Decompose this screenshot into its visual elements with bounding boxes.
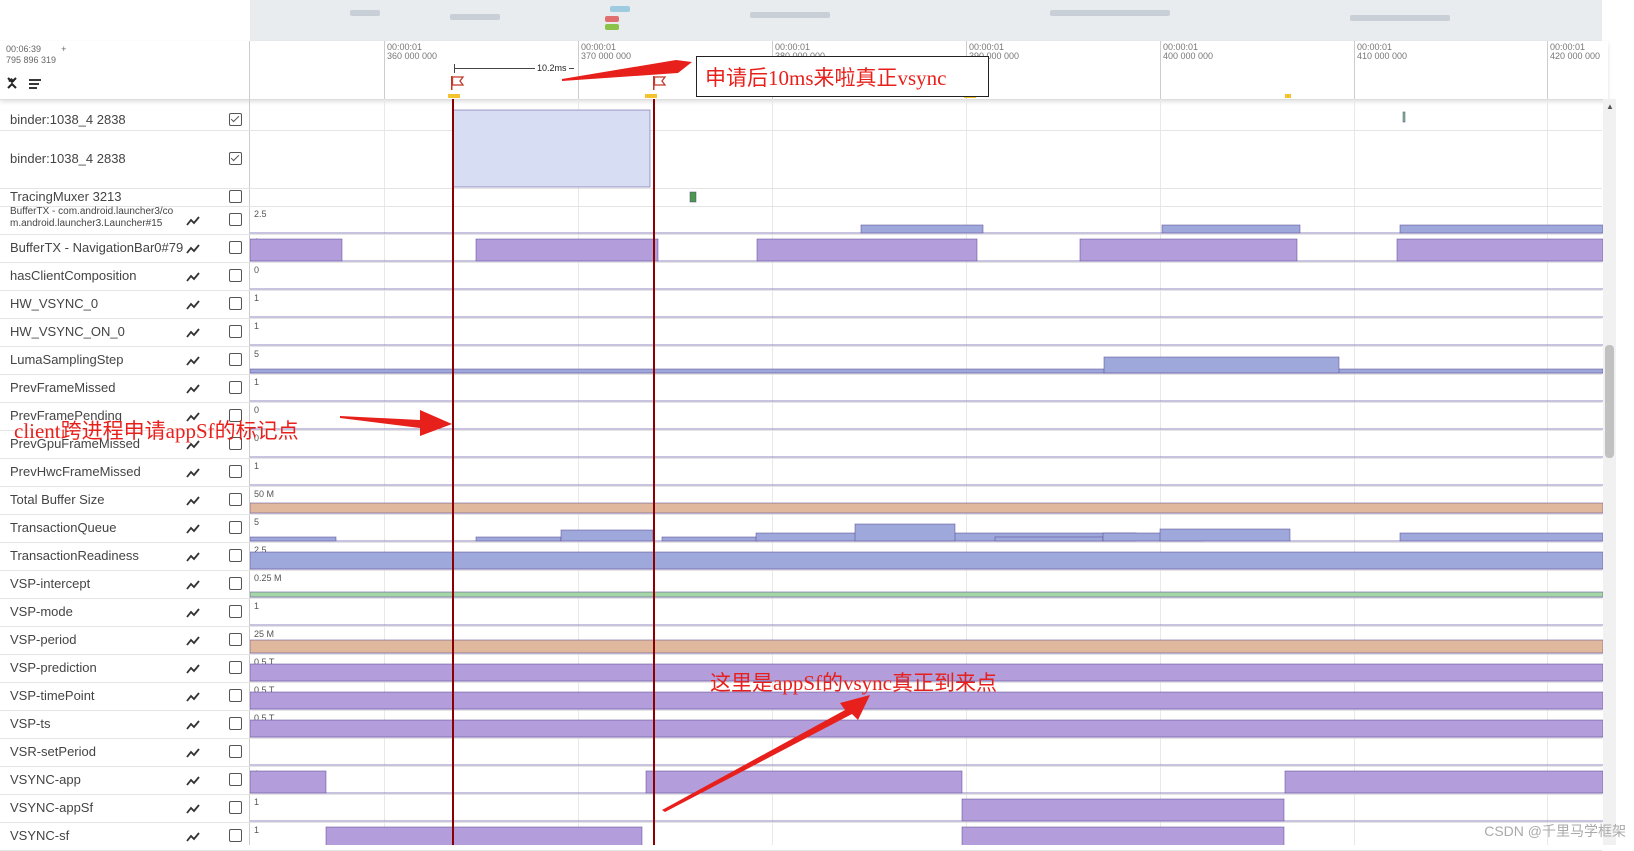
annotation-arrows <box>340 60 870 812</box>
scroll-up-icon[interactable]: ▲ <box>1606 102 1614 111</box>
scrollbar-thumb[interactable] <box>1605 345 1614 458</box>
scrollbar[interactable] <box>1603 99 1616 845</box>
watermark: CSDN @千里马学框架 <box>1484 823 1626 839</box>
